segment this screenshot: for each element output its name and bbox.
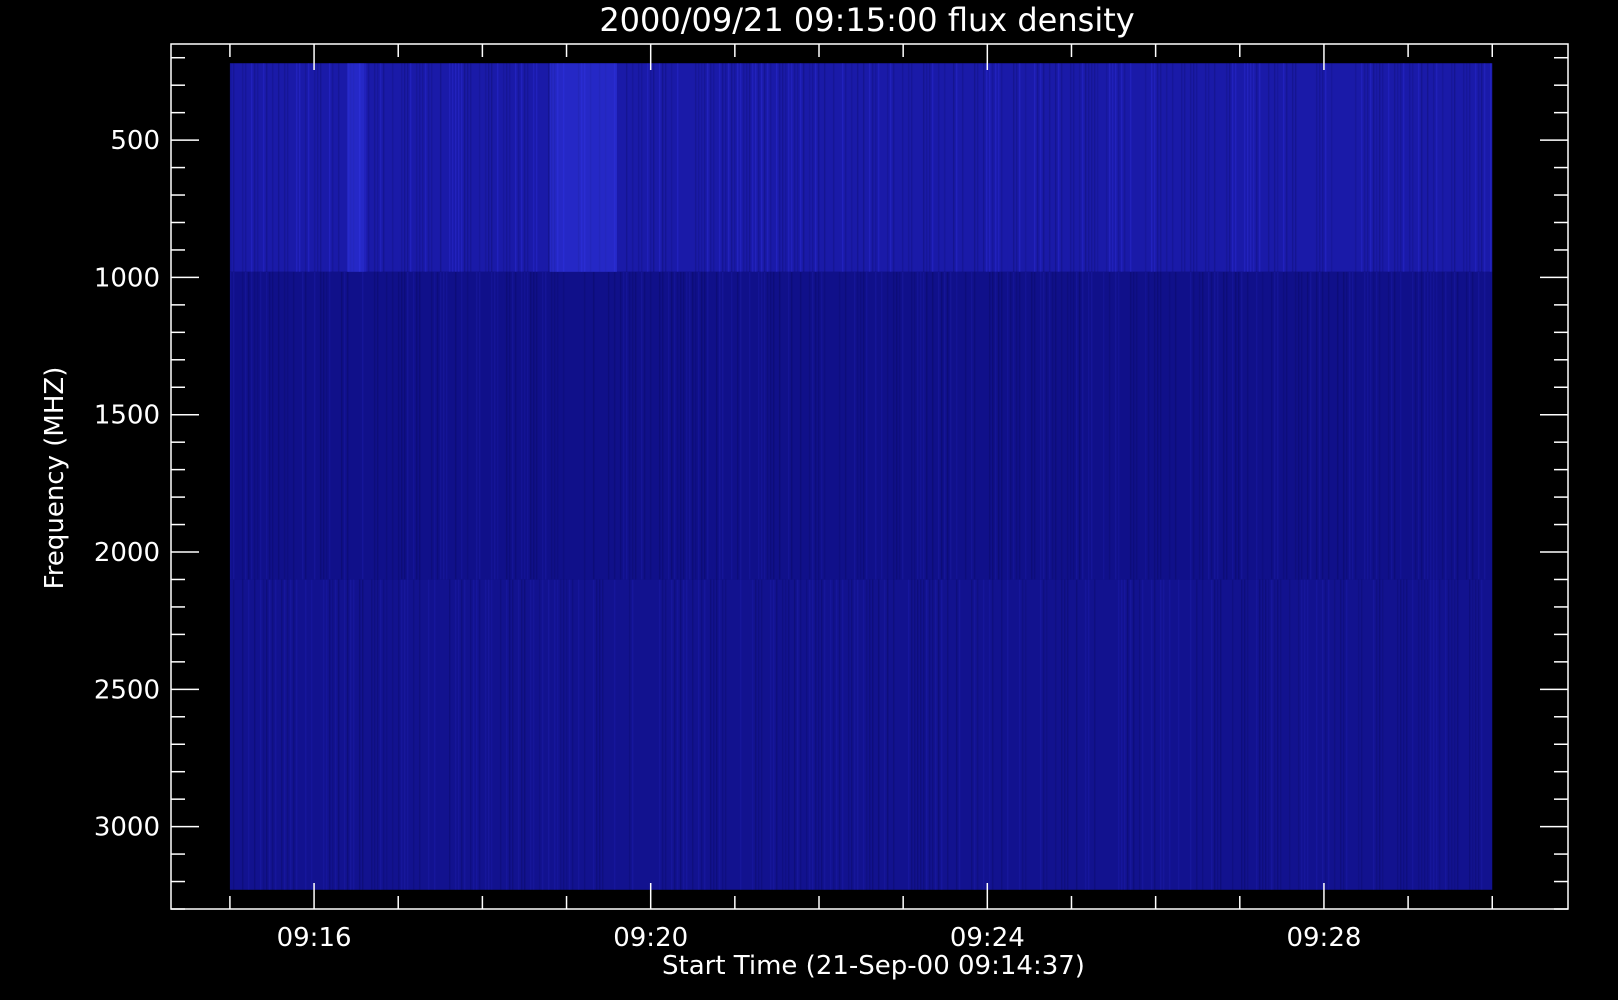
y-tick-label: 2500 [94, 675, 160, 705]
y-axis-label: Frequency (MHZ) [40, 367, 70, 590]
x-tick-label: 09:16 [277, 923, 352, 953]
y-tick-label: 3000 [94, 813, 160, 843]
heatmap-image [229, 63, 1493, 890]
y-tick-label: 1500 [94, 401, 160, 431]
x-axis-label: Start Time (21-Sep-00 09:14:37) [662, 951, 1085, 981]
y-tick-label: 2000 [94, 538, 160, 568]
x-tick-label: 09:20 [613, 923, 688, 953]
bright-emission-region [549, 63, 618, 272]
y-tick-label: 500 [110, 126, 160, 156]
chart-title: 2000/09/21 09:15:00 flux density [599, 1, 1134, 39]
x-tick-label: 09:24 [950, 923, 1025, 953]
x-tick-label: 09:28 [1286, 923, 1361, 953]
spectrogram-chart: 2000/09/21 09:15:00 flux density 09:16 09… [40, 1, 1569, 981]
y-tick-label: 1000 [94, 263, 160, 293]
bright-emission-region [347, 63, 365, 272]
